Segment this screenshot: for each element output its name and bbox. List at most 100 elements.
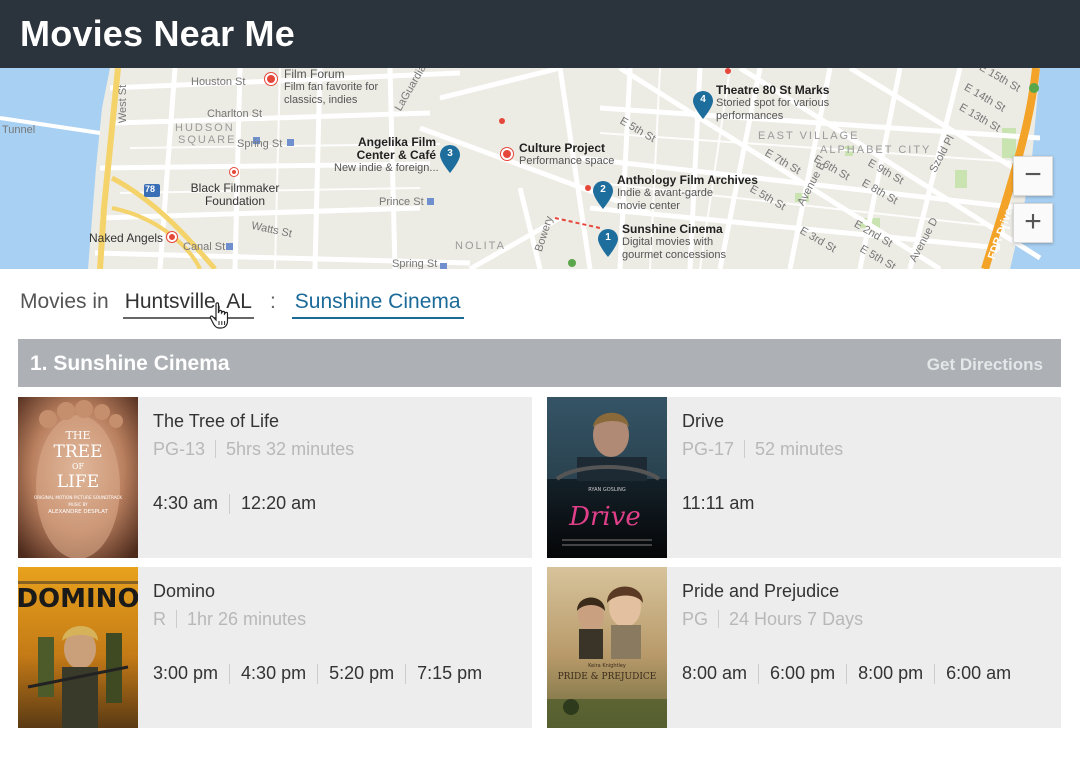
poster-text: TREE [54,442,103,462]
poster-text: THE [66,429,91,442]
movie-card[interactable]: DOMINO Domino R 1hr 26 minutes 3:00 pm 4:3… [18,567,532,728]
poi-sunshine[interactable]: Sunshine Cinema Digital movies with gour… [622,223,732,262]
city-selector[interactable]: Huntsville, AL [122,290,254,319]
showtime-divider [846,663,848,684]
poster-text: ORIGINAL MOTION PICTURE SOUNDTRACK [34,495,123,500]
poster-image: DOMINO [18,567,138,728]
poster-image: RYAN GOSLING Drive [547,397,667,558]
map-street-label: West St [117,84,130,124]
showtime-divider [758,663,760,684]
app-title: Movies Near Me [20,13,295,54]
movie-title[interactable]: Drive [682,411,724,432]
poi-description: Digital movies with gourmet concessions [622,236,726,261]
app-header: Movies Near Me [0,0,1080,68]
showtimes: 11:11 am [682,493,754,514]
movie-rating: PG [682,609,709,629]
showtime-divider [405,663,407,684]
place-naked-angels[interactable]: Naked Angels [89,231,163,245]
showtimes: 4:30 am 12:20 am [153,493,316,514]
movie-card[interactable]: THE TREE OF LIFE ORIGINAL MOTION PICTURE… [18,397,532,558]
theater-pin[interactable]: 1 [596,228,620,258]
map-street-label: Prince St [379,196,424,208]
location-separator: : [269,290,276,313]
poi-name: Sunshine Cinema [622,222,723,236]
movie-poster[interactable]: RYAN GOSLING Drive [547,397,667,558]
showtime[interactable]: 6:00 am [946,663,1011,684]
map-street-label: Houston St [191,76,246,88]
map-street-label: Tunnel [2,124,36,136]
place-name: Black Filmmaker Foundation [190,181,280,208]
place-marker[interactable] [265,73,277,85]
highway-78-label: 78 [145,184,156,194]
map-district-label: ALPHABET CITY [820,144,932,156]
get-directions-button[interactable]: Get Directions [927,355,1043,375]
poi-anthology[interactable]: Anthology Film Archives Indie & avant-ga… [617,174,758,213]
showtime[interactable]: 5:20 pm [329,663,394,684]
movie-meta: PG 24 Hours 7 Days [682,609,863,630]
poster-text: MUSIC BY [68,502,88,507]
location-selector: Movies in Huntsville, AL : Sunshine Cine… [20,290,464,320]
place-marker[interactable] [167,232,177,242]
pin-number: 2 [600,184,606,195]
place-description: Film fan favorite for classics, indies [284,81,379,106]
location-prefix: Movies in [20,290,109,313]
showtime[interactable]: 4:30 am [153,493,218,514]
map-street-label: Charlton St [207,108,263,120]
meta-divider [176,610,177,628]
movie-poster[interactable]: THE TREE OF LIFE ORIGINAL MOTION PICTURE… [18,397,138,558]
theater-selector[interactable]: Sunshine Cinema [291,290,464,319]
showtime[interactable]: 3:00 pm [153,663,218,684]
poster-text: PRIDE & PREJUDICE [558,672,657,682]
theater-header: 1. Sunshine Cinema Get Directions [18,339,1061,387]
poi-description: Indie & avant-garde movie center [617,187,714,212]
place-name: Film Forum [284,68,345,81]
poster-text: ALEXANDRE DESPLAT [48,509,108,515]
showtime[interactable]: 11:11 am [682,493,754,514]
showtime[interactable]: 4:30 pm [241,663,306,684]
movie-poster[interactable]: DOMINO [18,567,138,728]
poi-theatre-80[interactable]: Theatre 80 St Marks Storied spot for var… [716,84,831,123]
pin-number: 3 [447,148,453,159]
zoom-in-button[interactable]: + [1013,203,1053,243]
movie-poster[interactable]: Keira Knightley PRIDE & PREJUDICE [547,567,667,728]
poi-angelika[interactable]: Angelika Film Center & Café New indie & … [334,136,439,175]
poster-text: OF [72,462,85,471]
movie-card[interactable]: RYAN GOSLING Drive Drive PG-17 52 minutes… [547,397,1061,558]
map[interactable]: Houston St Charlton St Spring St Prince … [0,68,1080,269]
showtime[interactable]: 7:15 pm [417,663,482,684]
place-name: Naked Angels [89,231,164,245]
movie-duration: 1hr 26 minutes [187,609,307,629]
showtime[interactable]: 8:00 pm [858,663,923,684]
pin-number: 4 [700,94,706,105]
movie-meta: R 1hr 26 minutes [153,609,306,630]
zoom-out-button[interactable]: − [1013,156,1053,196]
theater-pin[interactable]: 4 [691,90,715,120]
place-description: Performance space [519,155,615,167]
movie-title[interactable]: Pride and Prejudice [682,581,839,602]
poster-text: LIFE [57,472,99,492]
place-black-filmmaker[interactable]: Black Filmmaker Foundation [190,182,280,208]
movie-rating: R [153,609,166,629]
place-marker[interactable] [501,148,513,160]
theater-pin[interactable]: 3 [438,144,462,174]
map-district-label: EAST VILLAGE [758,130,860,142]
hand-cursor-icon [209,302,229,329]
showtime-divider [229,663,231,684]
showtime-divider [317,663,319,684]
movie-title[interactable]: The Tree of Life [153,411,279,432]
poster-image: Keira Knightley PRIDE & PREJUDICE [547,567,667,728]
theater-pin[interactable]: 2 [591,180,615,210]
place-marker[interactable] [230,168,238,176]
showtimes: 3:00 pm 4:30 pm 5:20 pm 7:15 pm [153,663,482,684]
movie-title[interactable]: Domino [153,581,215,602]
showtime[interactable]: 6:00 pm [770,663,835,684]
poi-description: New indie & foreign... [334,162,439,174]
movie-card[interactable]: Keira Knightley PRIDE & PREJUDICE Pride … [547,567,1061,728]
map-street-label: Spring St [237,138,283,150]
place-film-forum[interactable]: Film Forum Film fan favorite for classic… [284,68,384,107]
showtime[interactable]: 12:20 am [241,493,316,514]
meta-divider [215,440,217,458]
place-culture-project[interactable]: Culture Project Performance space [519,142,614,168]
showtime-divider [229,493,231,514]
showtime[interactable]: 8:00 am [682,663,747,684]
